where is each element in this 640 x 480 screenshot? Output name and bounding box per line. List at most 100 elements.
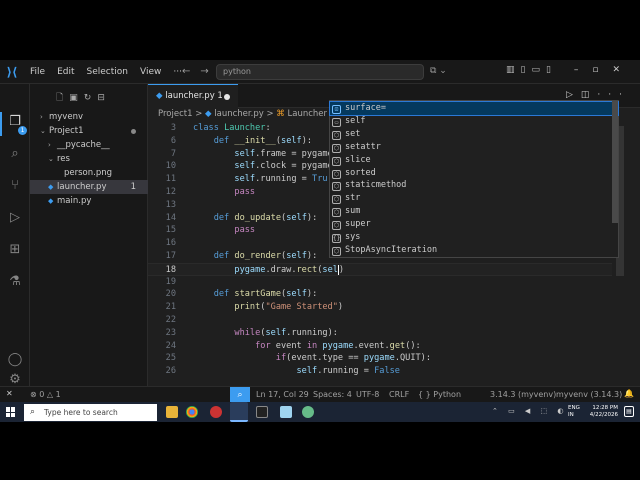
class-icon: ⬡ [332, 156, 341, 166]
unsaved-dot-icon[interactable] [224, 94, 230, 100]
cursor-position[interactable]: Ln 17, Col 29 [256, 390, 309, 399]
tab-label: launcher.py 1 [165, 91, 223, 101]
suggestion-item[interactable]: ⬡ sum [330, 205, 618, 218]
maximize-icon[interactable]: ▫ [592, 65, 612, 75]
function-icon: ⬡ [332, 143, 341, 153]
toggle-panel-icon[interactable]: ▭ [531, 65, 546, 75]
indentation[interactable]: Spaces: 4 [313, 390, 352, 399]
code-line: 23 while(self.running): [165, 327, 338, 338]
python-environment[interactable]: myvenv (3.14.3) [556, 390, 622, 399]
suggestion-item[interactable]: ⬡ sorted [330, 167, 618, 180]
suggestion-item[interactable]: ⊡ surface= [329, 101, 619, 116]
clock[interactable]: 12:28 PM 4/22/2026 [590, 405, 618, 419]
new-file-icon[interactable]: 🗋 [56, 93, 69, 103]
braces-icon: { } [418, 390, 431, 399]
app-icon[interactable] [302, 406, 314, 418]
suggestion-item[interactable]: ⬡ slice [330, 154, 618, 167]
back-arrow-icon[interactable]: ← [182, 66, 200, 77]
collapse-all-icon[interactable]: ⊟ [97, 93, 111, 103]
class-icon: ⬡ [332, 130, 341, 140]
tree-item-project1[interactable]: ⌄ Project1 [30, 124, 148, 138]
encoding[interactable]: UTF-8 [356, 390, 379, 399]
class-icon: ⬡ [332, 246, 341, 256]
tab-launcher-py[interactable]: ◆ launcher.py 1 [148, 84, 238, 108]
notification-center-icon[interactable]: ▤ [624, 406, 634, 417]
suggestion-item[interactable]: ⬡ str [330, 192, 618, 205]
terminal-icon[interactable] [256, 406, 268, 418]
app-icon[interactable] [210, 406, 222, 418]
language-mode[interactable]: { } Python [418, 390, 461, 399]
notifications-bell-icon[interactable]: 🔔 [624, 389, 634, 398]
suggestion-item[interactable]: ▭ self [330, 115, 618, 128]
breadcrumb: Project1 > ◆ launcher.py > ⌘ Launcher [158, 109, 327, 119]
tree-item-res[interactable]: ⌄ res [30, 152, 148, 166]
tree-item-launcher-py[interactable]: ◆ launcher.py 1 [30, 180, 148, 194]
suggestion-item[interactable]: ⬡ StopAsyncIteration [330, 244, 618, 257]
suggestion-item[interactable]: ⬡ set [330, 128, 618, 141]
menu-selection[interactable]: Selection [81, 67, 134, 77]
minimize-icon[interactable]: – [574, 65, 593, 75]
run-icon[interactable]: ▷ [566, 90, 581, 100]
breadcrumb-project[interactable]: Project1 [158, 109, 193, 119]
search-icon: ⌕ [30, 407, 36, 417]
notepad-icon[interactable] [280, 406, 292, 418]
breadcrumb-file[interactable]: launcher.py [214, 109, 263, 119]
zoom-icon[interactable]: ⌕ [230, 387, 250, 403]
warning-icon: △ [46, 390, 54, 399]
toggle-sidebar-icon[interactable]: ▯ [521, 65, 532, 75]
taskbar-search-placeholder: Type here to search [44, 408, 118, 417]
search-input-text: python [223, 67, 251, 76]
vscode-taskbar-icon[interactable] [230, 402, 248, 422]
tree-item-pycache[interactable]: › __pycache__ [30, 138, 148, 152]
file-explorer-icon[interactable] [166, 406, 178, 418]
remote-icon[interactable]: ✕ [6, 389, 13, 398]
code-line: 26 self.running = False [165, 366, 400, 377]
suggest-scrollbar[interactable] [612, 101, 618, 223]
more-actions-icon[interactable]: ··· [597, 90, 630, 100]
title-bar: ⟩⟨ File Edit Selection View ··· ←→ pytho… [0, 60, 640, 84]
layout-panel-icon[interactable]: ▥ [506, 65, 521, 75]
explorer-badge: 1 [18, 126, 27, 135]
windows-start-icon[interactable] [6, 407, 16, 417]
suggestion-item[interactable]: ⬡ staticmethod [330, 179, 618, 192]
command-center-search[interactable]: python [216, 64, 424, 80]
tree-item-person-png[interactable]: person.png [30, 166, 148, 180]
menu-file[interactable]: File [24, 67, 51, 77]
split-editor-icon[interactable]: ◫ [581, 90, 598, 100]
run-debug-icon[interactable]: ▷ [7, 210, 23, 226]
new-folder-icon[interactable]: ▣ [69, 93, 84, 103]
tree-item-myvenv[interactable]: › myvenv [30, 110, 148, 124]
suggestion-item[interactable]: ⬡ setattr [330, 141, 618, 154]
input-language[interactable]: ENG IN [568, 405, 580, 419]
vscode-window: ⟩⟨ File Edit Selection View ··· ←→ pytho… [0, 60, 640, 422]
chrome-icon[interactable] [186, 406, 198, 418]
tree-item-label: __pycache__ [57, 140, 110, 150]
code-line: 21 print("Game Started") [165, 302, 344, 313]
tree-item-label: myvenv [49, 112, 83, 122]
extensions-icon[interactable]: ⊞ [7, 242, 23, 258]
suggestion-item[interactable]: {} sys [330, 231, 618, 244]
suggestion-item[interactable]: ⬡ super [330, 218, 618, 231]
breadcrumb-class[interactable]: Launcher [288, 109, 328, 119]
line-endings[interactable]: CRLF [389, 390, 409, 399]
taskbar-search-box[interactable]: ⌕ Type here to search [24, 404, 157, 421]
vscode-logo-icon: ⟩⟨ [6, 64, 18, 79]
chevron-down-icon: ⌄ [40, 127, 46, 135]
toggle-secondary-icon[interactable]: ▯ [546, 65, 557, 75]
close-icon[interactable]: ✕ [612, 65, 634, 75]
activity-bar: ❐ 1 ⌕ ⑂ ▷ ⊞ ⚗ ◯ ⚙ [0, 84, 30, 387]
python-interpreter[interactable]: 3.14.3 (myvenv) [490, 390, 556, 399]
function-icon: ⬡ [332, 208, 341, 218]
refresh-icon[interactable]: ↻ [84, 93, 98, 103]
system-tray-icons[interactable]: ⌃ ▭ ◀ ⬚ ◐ [492, 407, 567, 415]
menu-view[interactable]: View [134, 67, 167, 77]
testing-icon[interactable]: ⚗ [7, 274, 23, 290]
problems-indicator[interactable]: ⊗ 0 △ 1 [30, 390, 61, 399]
copilot-icon[interactable]: ⧉ ⌄ [430, 66, 447, 76]
tree-item-main-py[interactable]: ◆ main.py [30, 194, 148, 208]
menu-edit[interactable]: Edit [51, 67, 80, 77]
account-icon[interactable]: ◯ [7, 352, 23, 368]
source-control-icon[interactable]: ⑂ [7, 178, 23, 194]
python-file-icon: ◆ [48, 197, 54, 205]
search-icon[interactable]: ⌕ [7, 146, 23, 162]
